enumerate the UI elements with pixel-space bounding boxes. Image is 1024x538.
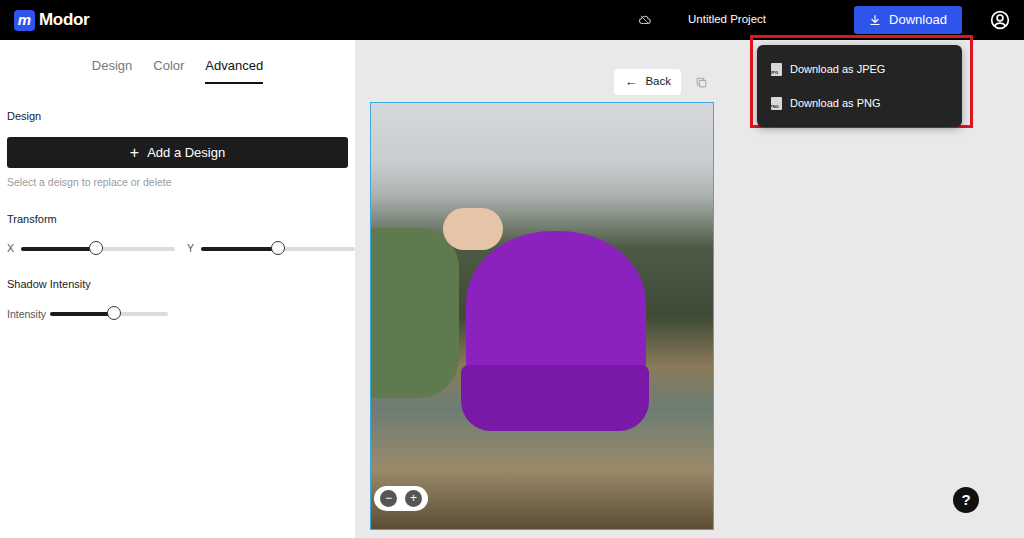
section-title: Transform: [7, 211, 348, 228]
canvas-toolbar: ← Back: [370, 69, 714, 95]
transform-slider: X: [7, 241, 175, 257]
add-design-label: Add a Design: [147, 143, 225, 163]
slider-knob[interactable]: [271, 241, 285, 255]
add-design-button[interactable]: + Add a Design: [7, 137, 348, 168]
tab[interactable]: Advanced: [205, 54, 263, 84]
hint-text: Select a deisgn to replace or delete: [7, 175, 348, 191]
beanie-shape: [466, 231, 646, 381]
file-icon-text: PNG: [770, 104, 779, 109]
back-arrow-icon: ←: [624, 72, 637, 92]
side-panel: Design Color Advanced Design + Add a Design Se…: [0, 40, 355, 538]
axis-label: Y: [187, 241, 197, 257]
project-title[interactable]: Untitled Project: [688, 11, 766, 28]
download-menu: JPG Download as JPEG PNG Download as PNG: [757, 45, 962, 127]
zoom-controls: −+: [374, 486, 428, 511]
tab[interactable]: Color: [153, 54, 184, 84]
download-menu-item[interactable]: JPG Download as JPEG: [757, 52, 962, 86]
logo-text: Modor: [39, 7, 89, 33]
slider-track[interactable]: [201, 247, 355, 251]
slider-fill: [21, 247, 96, 251]
slider-fill: [50, 312, 114, 316]
top-bar: mModor Untitled Project Download: [0, 0, 1024, 40]
download-button[interactable]: Download: [854, 6, 962, 34]
zoom-in-button[interactable]: +: [405, 490, 422, 507]
download-menu-item[interactable]: PNG Download as PNG: [757, 86, 962, 120]
file-icon-text: JPG: [770, 70, 778, 75]
download-menu-label: Download as JPEG: [790, 61, 885, 78]
slider-track[interactable]: [21, 247, 175, 251]
download-icon: [869, 14, 881, 26]
tab[interactable]: Design: [92, 54, 132, 84]
beanie-cuff-shape: [461, 365, 649, 431]
canvas-column: ← Back −+: [370, 69, 714, 530]
slider-fill: [201, 247, 278, 251]
user-icon: [990, 10, 1010, 30]
help-button[interactable]: ?: [953, 487, 979, 513]
zoom-out-button[interactable]: −: [380, 490, 397, 507]
project-title-group: Untitled Project: [638, 11, 766, 28]
slider-knob[interactable]: [107, 306, 121, 320]
slider-track[interactable]: [50, 312, 168, 316]
file-icon: PNG: [771, 97, 782, 110]
arm-shape: [371, 228, 459, 398]
logo-mark: m: [14, 10, 35, 31]
mockup-photo[interactable]: −+: [370, 102, 714, 530]
plus-icon: +: [130, 141, 139, 165]
back-label: Back: [645, 73, 671, 90]
back-button[interactable]: ← Back: [614, 69, 681, 95]
user-menu[interactable]: [990, 10, 1010, 30]
download-label: Download: [889, 10, 947, 30]
hand-shape: [443, 208, 503, 250]
file-icon: JPG: [771, 63, 782, 76]
slider-knob[interactable]: [89, 241, 103, 255]
copy-icon[interactable]: [695, 76, 708, 89]
download-menu-label: Download as PNG: [790, 95, 881, 112]
axis-label: X: [7, 241, 17, 257]
section-title: Shadow Intensity: [7, 276, 348, 293]
transform-slider: Y: [187, 241, 355, 257]
section-title: Design: [7, 108, 348, 125]
shadow-row: Intensity: [7, 307, 348, 323]
transform-row: XY: [7, 241, 348, 257]
intensity-label: Intensity: [7, 307, 46, 323]
logo[interactable]: mModor: [14, 7, 89, 33]
cloud-icon: [638, 13, 652, 27]
tab-bar: Design Color Advanced: [7, 40, 348, 84]
